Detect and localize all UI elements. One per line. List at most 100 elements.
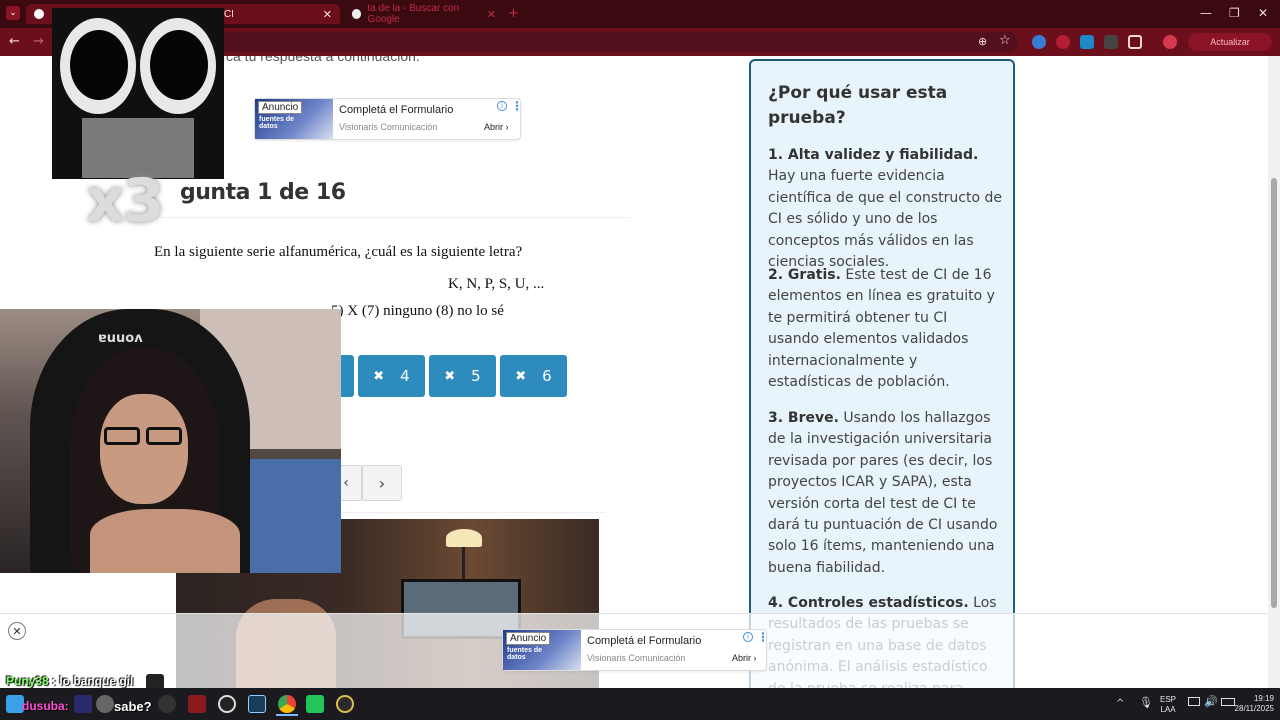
clock-date: 28/11/2025 <box>1234 704 1274 713</box>
question-text: En la siguiente serie alfanumérica, ¿cuá… <box>154 244 523 260</box>
app-icon[interactable] <box>96 695 114 713</box>
microphone-icon[interactable]: 🎙 <box>1139 696 1153 709</box>
ad-open-button[interactable]: Abrir › <box>732 653 757 663</box>
scrollbar-thumb[interactable] <box>1271 178 1277 608</box>
sidebar-title: ¿Por qué usar esta prueba? <box>768 83 948 128</box>
chair-logo-text: ɐuuoʌ <box>98 331 143 346</box>
extension-icon[interactable] <box>1080 35 1094 49</box>
tab-close-icon[interactable]: ✕ <box>487 8 496 21</box>
sidebar-point-2: 2. Gratis. Este test de CI de 16 element… <box>768 265 1002 393</box>
sticker-x3-text: x3 <box>86 166 164 236</box>
back-button[interactable]: ← <box>9 34 20 49</box>
tab-favicon-icon <box>34 9 44 19</box>
answer-label: 4 <box>400 367 410 385</box>
bookmark-star-icon[interactable]: ☆ <box>999 33 1011 48</box>
chat-username: dusuba: <box>22 699 69 713</box>
forward-button[interactable]: → <box>33 34 44 49</box>
extensions-puzzle-icon[interactable] <box>1128 35 1142 49</box>
new-tab-button[interactable]: + <box>508 6 519 21</box>
extension-icon[interactable] <box>1104 35 1118 49</box>
app-icon[interactable] <box>336 695 354 713</box>
sidebar-point-1: 1. Alta validez y fiabilidad. Hay una fu… <box>768 145 1002 273</box>
point-text: Hay una fuerte evidencia científica de q… <box>768 168 1002 271</box>
extension-icon[interactable] <box>1056 35 1070 49</box>
zoom-icon[interactable]: ⊕ <box>978 35 987 48</box>
point-text: Este test de CI de 16 elementos en línea… <box>768 267 995 391</box>
point-heading: 2. Gratis. <box>768 267 841 283</box>
chat-text: sabe? <box>114 699 152 714</box>
ad-label: Anuncio <box>258 101 303 114</box>
kick-icon[interactable] <box>306 695 324 713</box>
streamer-face <box>100 394 188 504</box>
chat-text: : lo banque gil <box>48 674 134 688</box>
ad-label: Anuncio <box>506 632 551 645</box>
ad-image: Anuncio fuentes de datos <box>255 99 333 139</box>
obs-icon[interactable] <box>218 695 236 713</box>
sticker-overlay <box>52 8 224 179</box>
answer-button-4[interactable]: ✖ 4 <box>358 355 425 397</box>
ad-info-icon[interactable]: i <box>497 101 507 111</box>
answer-button-5[interactable]: ✖ 5 <box>429 355 496 397</box>
ad-image-text: fuentes de datos <box>507 647 543 661</box>
tab-close-icon[interactable]: ✕ <box>323 8 332 21</box>
sticky-ad-close-button[interactable]: ✕ <box>8 622 26 640</box>
webcam-overlay: ɐuuoʌ <box>0 309 341 573</box>
ad-open-label: Abrir <box>484 122 504 132</box>
google-favicon-icon <box>352 9 362 19</box>
language-code: ESP <box>1159 695 1176 704</box>
chat-message: Puny38 : lo banque gil <box>6 674 133 688</box>
ad-advertiser: Visionaris Comunicación <box>339 122 438 132</box>
tray-chevron-icon[interactable]: ^ <box>1116 698 1124 709</box>
next-question-button[interactable]: › <box>362 465 402 501</box>
ad-menu-icon[interactable]: ⋮ <box>757 630 769 644</box>
lamp-shade <box>446 529 482 547</box>
minimize-button[interactable]: — <box>1200 6 1212 20</box>
ad-title[interactable]: Completá el Formulario <box>587 635 701 647</box>
tab-search-button[interactable]: ⌄ <box>6 6 20 20</box>
sticker-pupil-left <box>70 30 128 100</box>
network-icon[interactable] <box>1188 697 1200 706</box>
ad-title[interactable]: Completá el Formulario <box>339 104 453 116</box>
app-icon[interactable] <box>188 695 206 713</box>
bottom-ad[interactable]: Anuncio fuentes de datos Completá el For… <box>502 629 769 671</box>
answer-button-6[interactable]: ✖ 6 <box>500 355 567 397</box>
close-icon: ✖ <box>444 368 456 384</box>
close-icon: ✖ <box>373 368 385 384</box>
avatar-icon[interactable] <box>1163 35 1177 49</box>
tab-google-search[interactable]: ta de la - Buscar con Google ✕ <box>344 3 504 25</box>
ad-info-icon[interactable]: i <box>743 632 753 642</box>
ad-image-text: fuentes de datos <box>259 116 295 130</box>
clock[interactable]: 19:19 28/11/2025 <box>1222 694 1274 714</box>
language-indicator[interactable]: ESP LAA <box>1156 695 1180 715</box>
point-heading: 1. Alta validez y fiabilidad. <box>768 147 979 163</box>
point-heading: 3. Breve. <box>768 410 839 426</box>
point-text: Usando los hallazgos de la investigación… <box>768 410 998 576</box>
ad-advertiser: Visionaris Comunicación <box>587 653 686 663</box>
question-title: gunta 1 de 16 <box>180 180 346 205</box>
streamer-shoulders <box>90 509 240 573</box>
top-ad[interactable]: Anuncio fuentes de datos Completá el For… <box>254 98 523 140</box>
answer-button[interactable] <box>340 355 354 397</box>
tab-title: ta de la - Buscar con Google <box>367 3 460 25</box>
ad-image: Anuncio fuentes de datos <box>503 630 581 670</box>
why-use-sidebar: ¿Por qué usar esta prueba? 1. Alta valid… <box>749 59 1015 688</box>
ad-menu-icon[interactable]: ⋮ <box>511 99 523 113</box>
keyboard-layout: LAA <box>1160 705 1176 714</box>
sticker-pupil-right <box>150 30 208 100</box>
extension-icon[interactable] <box>1032 35 1046 49</box>
maximize-button[interactable]: ❐ <box>1229 6 1240 20</box>
volume-icon[interactable]: 🔊 <box>1204 695 1218 708</box>
ad-open-button[interactable]: Abrir › <box>484 122 509 132</box>
vscode-icon[interactable] <box>248 695 266 713</box>
glasses-icon <box>146 427 182 445</box>
ad-open-label: Abrir <box>732 653 752 663</box>
chat-username: Puny38 <box>6 674 49 688</box>
window-close-button[interactable]: ✕ <box>1258 6 1268 20</box>
app-icon[interactable] <box>158 695 176 713</box>
chrome-icon[interactable] <box>278 695 296 713</box>
premiere-icon[interactable] <box>74 695 92 713</box>
room-bed <box>250 459 341 573</box>
clock-time: 19:19 <box>1253 694 1274 703</box>
glasses-icon <box>104 427 140 445</box>
update-button[interactable]: Actualizar <box>1188 33 1272 51</box>
